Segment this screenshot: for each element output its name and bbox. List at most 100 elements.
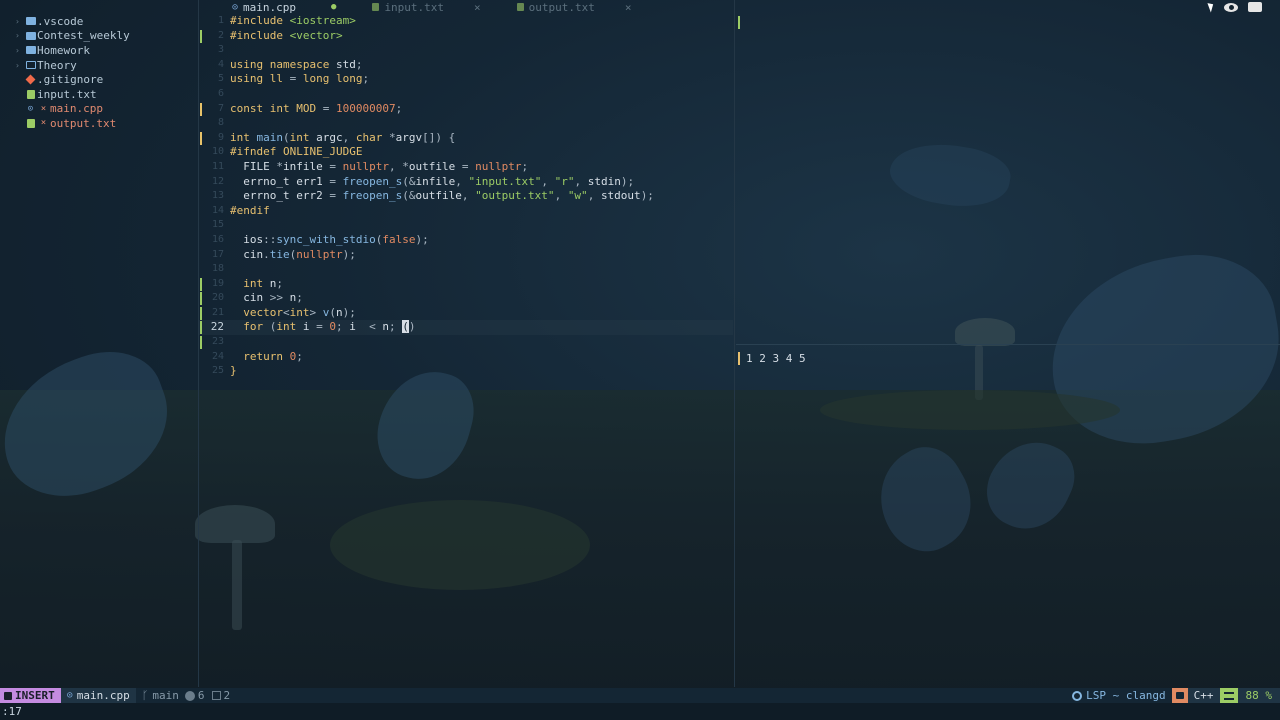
line-content: #endif	[230, 203, 270, 217]
cpp-file-icon: ⊙	[232, 1, 239, 13]
code-line: 23	[198, 335, 733, 350]
tree-item-label: main.cpp	[50, 102, 103, 116]
mode-label: INSERT	[15, 689, 55, 702]
output-text: 1 2 3 4 5	[746, 352, 806, 365]
modified-marker: ×	[40, 118, 47, 129]
status-file-label: main.cpp	[76, 689, 130, 702]
code-line: 18	[198, 262, 733, 277]
line-content: #include <vector>	[230, 28, 343, 42]
line-content: int n;	[243, 276, 283, 290]
lsp-label: LSP ~ clangd	[1086, 689, 1166, 702]
unsaved-dot-icon: ●	[331, 2, 337, 12]
line-content	[224, 262, 230, 277]
line-number: 12	[211, 175, 224, 187]
code-editor[interactable]: 1 #include <iostream> 2 #include <vector…	[198, 14, 733, 379]
code-line: 19 int n;	[198, 277, 733, 292]
folder-icon	[24, 31, 37, 40]
folder-icon	[24, 17, 37, 26]
code-line: 3	[198, 43, 733, 58]
tree-folder-theory[interactable]: › Theory	[0, 58, 198, 73]
git-added-marker	[200, 336, 202, 350]
tree-folder-vscode[interactable]: › .vscode	[0, 14, 198, 29]
filetype-icon	[1171, 688, 1188, 703]
git-branch[interactable]: ᚴ main	[136, 688, 185, 703]
code-line: 5 using ll = long long;	[198, 72, 733, 87]
tree-folder-contest-weekly[interactable]: › Contest_weekly	[0, 29, 198, 44]
code-line: 8	[198, 116, 733, 131]
line-number: 18	[211, 263, 224, 275]
line-number: 11	[211, 160, 224, 172]
output-cursor	[738, 352, 740, 365]
line-content	[224, 335, 230, 350]
lsp-status[interactable]: LSP ~ clangd	[1066, 689, 1171, 702]
line-number: 6	[217, 87, 224, 99]
close-icon[interactable]: ×	[625, 1, 632, 14]
line-content: using ll = long long;	[230, 72, 370, 86]
line-number: 4	[217, 58, 224, 70]
line-content: vector<int> v(n);	[243, 305, 356, 319]
line-number: 10	[211, 146, 224, 158]
wallpaper-mushroom	[195, 505, 275, 543]
statusline: INSERT ⊙ main.cpp ᚴ main 6 2 LSP ~ clang…	[0, 688, 1280, 703]
code-line: 6	[198, 87, 733, 102]
code-line: 9 int main(int argc, char *argv[]) {	[198, 131, 733, 146]
tree-item-label: output.txt	[50, 116, 117, 130]
code-line: 4 using namespace std;	[198, 58, 733, 73]
wallpaper-mushroom-stem	[232, 540, 242, 630]
line-content: int main(int argc, char *argv[]) {	[230, 130, 456, 144]
error-icon	[184, 690, 195, 701]
cpp-file-icon: ⊙	[27, 103, 34, 114]
tree-file-output[interactable]: × output.txt	[0, 116, 198, 131]
text-file-icon	[24, 89, 37, 99]
code-line: 15	[198, 218, 733, 233]
code-line: 16 ios::sync_with_stdio(false);	[198, 233, 733, 248]
line-content: errno_t err1 = freopen_s(&infile, "input…	[243, 174, 635, 188]
top-right-indicators	[1207, 0, 1262, 14]
line-number: 24	[211, 350, 224, 362]
warning-count: 2	[223, 689, 231, 702]
code-line: 21 vector<int> v(n);	[198, 306, 733, 321]
output-pane[interactable]: 1 2 3 4 5	[738, 352, 806, 365]
tab-input-txt[interactable]: input.txt ×	[348, 0, 492, 14]
git-icon	[24, 74, 37, 85]
line-content: }	[230, 364, 237, 378]
text-file-icon	[372, 3, 380, 11]
chevron-right-icon: ›	[15, 60, 20, 70]
eye-icon[interactable]	[1224, 2, 1238, 12]
wallpaper-butterfly	[885, 135, 1015, 215]
pane-divider	[736, 344, 1280, 345]
git-added-marker	[200, 321, 202, 335]
tree-file-gitignore[interactable]: .gitignore	[0, 72, 198, 87]
gear-icon	[1072, 690, 1083, 701]
tree-item-label: Theory	[37, 58, 77, 72]
diagnostics[interactable]: 6 2	[184, 689, 236, 702]
close-icon[interactable]: ×	[474, 1, 481, 14]
tree-item-label: .vscode	[37, 14, 84, 28]
pane-cursor	[738, 16, 740, 29]
folder-icon	[24, 46, 37, 55]
tree-folder-homework[interactable]: › Homework	[0, 43, 198, 58]
chevron-right-icon: ›	[15, 45, 20, 55]
progress-icon	[1219, 688, 1238, 703]
line-number: 16	[211, 233, 224, 245]
code-line: 1 #include <iostream>	[198, 14, 733, 29]
tab-main-cpp[interactable]: ⊙ main.cpp ●	[200, 0, 348, 14]
code-line: 13 errno_t err2 = freopen_s(&outfile, "o…	[198, 189, 733, 204]
mode-indicator: INSERT	[0, 688, 61, 703]
line-content: for (int i = 0; i < n; ()	[243, 320, 416, 334]
git-changed-marker	[200, 102, 202, 116]
line-content	[224, 116, 230, 131]
code-line-current: 22 for (int i = 0; i < n; ()	[198, 320, 733, 336]
command-line[interactable]: :17	[0, 703, 1280, 720]
line-content: cin >> n;	[243, 291, 303, 305]
wallpaper-moss	[820, 390, 1120, 430]
folder-open-icon	[24, 61, 37, 70]
git-branch-icon: ᚴ	[141, 689, 149, 702]
error-count: 6	[197, 689, 205, 702]
status-file[interactable]: ⊙ main.cpp	[60, 688, 136, 703]
tree-file-input[interactable]: input.txt	[0, 87, 198, 102]
tree-item-label: Homework	[37, 43, 90, 57]
tree-file-main-cpp[interactable]: ⊙ × main.cpp	[0, 102, 198, 117]
window-icon[interactable]	[1248, 2, 1262, 12]
tab-output-txt[interactable]: output.txt ×	[493, 0, 644, 14]
